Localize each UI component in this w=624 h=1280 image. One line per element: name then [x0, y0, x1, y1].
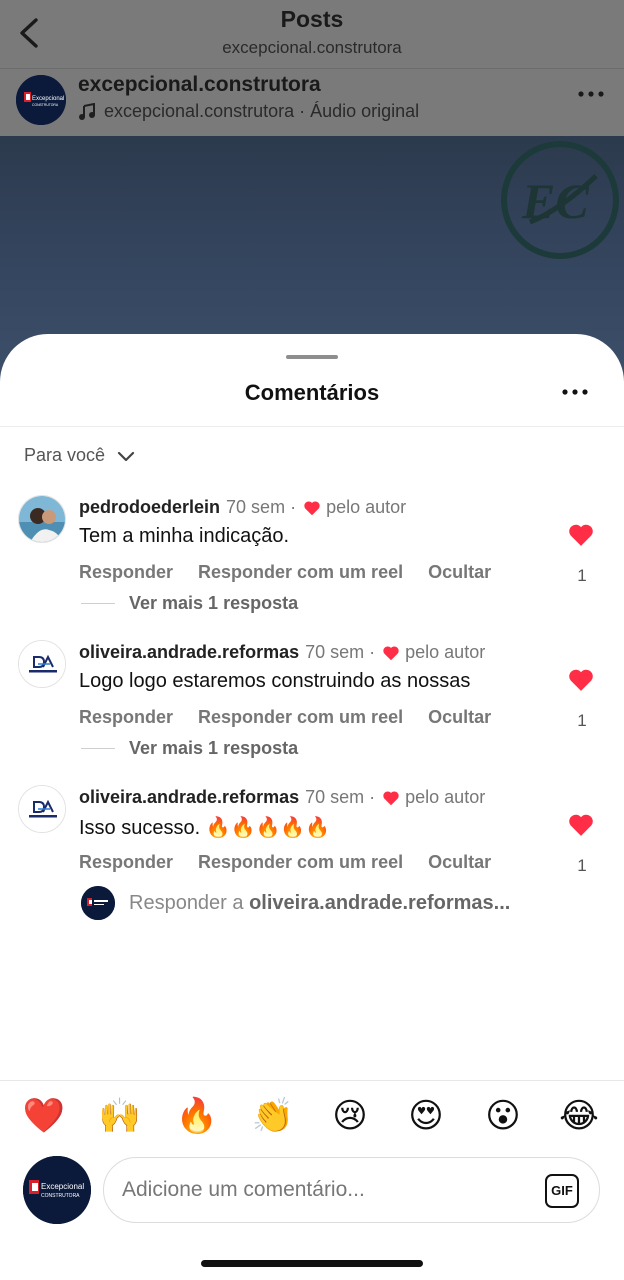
sort-label: Para você: [24, 445, 106, 465]
excepcional-logo-icon: Excepcional CONSTRUTORA: [16, 75, 66, 125]
oliveira-andrade-logo-icon: [19, 641, 65, 687]
hide-button[interactable]: Ocultar: [428, 707, 491, 728]
page-subtitle: excepcional.construtora: [222, 38, 402, 57]
comment-meta: oliveira.andrade.reformas 70 sem · pelo …: [79, 642, 486, 663]
comments-sheet: Comentários Para você pedrodoederlein 70…: [0, 334, 624, 1280]
clapping-hands-emoji[interactable]: 👏: [251, 1094, 295, 1138]
reply-button[interactable]: Responder: [79, 562, 173, 583]
reply-button[interactable]: Responder: [79, 707, 173, 728]
divider: [0, 1080, 624, 1081]
reply-thread-line: [81, 603, 115, 604]
red-heart-emoji[interactable]: ❤️: [22, 1094, 66, 1138]
author-avatar[interactable]: Excepcional CONSTRUTORA: [16, 75, 66, 125]
comment-username[interactable]: pedrodoederlein: [79, 497, 220, 518]
divider: [0, 426, 624, 427]
like-heart-icon[interactable]: [568, 523, 594, 547]
hide-button[interactable]: Ocultar: [428, 852, 491, 873]
surprised-face-emoji[interactable]: 😮: [481, 1094, 525, 1138]
reply-with-reel-button[interactable]: Responder com um reel: [198, 707, 403, 728]
svg-text:CONSTRUTORA: CONSTRUTORA: [41, 1193, 80, 1199]
comment-actions: Responder Responder com um reel Ocultar: [79, 852, 516, 873]
comment-meta: oliveira.andrade.reformas 70 sem · pelo …: [79, 787, 486, 808]
sheet-more-icon[interactable]: [562, 389, 588, 395]
hide-button[interactable]: Ocultar: [428, 562, 491, 583]
comment-time: 70 sem: [226, 497, 286, 517]
comment-text: Isso sucesso. 🔥🔥🔥🔥🔥: [79, 817, 331, 839]
more-options-icon[interactable]: [578, 91, 604, 97]
page-title: Posts: [280, 6, 344, 32]
ec-watermark-logo: EC: [501, 141, 619, 259]
view-more-replies[interactable]: Ver mais 1 resposta: [81, 593, 298, 614]
liked-by-author-label: pelo autor: [405, 642, 486, 662]
like-count: 1: [577, 566, 587, 585]
home-indicator: [201, 1260, 423, 1267]
comments-title: Comentários: [244, 380, 380, 405]
comment-text: Logo logo estaremos construindo as nossa…: [79, 670, 471, 692]
liked-by-author-label: pelo autor: [326, 497, 407, 517]
view-more-replies-label: Ver mais 1 resposta: [129, 738, 299, 758]
svg-text:Excepcional: Excepcional: [41, 1182, 84, 1191]
heart-icon: [383, 645, 399, 660]
current-user-avatar: Excepcional CONSTRUTORA: [23, 1156, 91, 1224]
user-avatar[interactable]: [18, 495, 66, 543]
crying-face-emoji[interactable]: 😢: [328, 1094, 372, 1138]
gif-button[interactable]: GIF: [545, 1174, 579, 1208]
profile-photo: [19, 496, 65, 542]
author-username[interactable]: excepcional.construtora: [78, 73, 321, 97]
comment-actions: Responder Responder com um reel Ocultar: [79, 562, 516, 583]
like-heart-icon[interactable]: [568, 668, 594, 692]
heart-icon: [383, 790, 399, 805]
comment-meta: pedrodoederlein 70 sem · pelo autor: [79, 497, 407, 518]
reply-with-reel-button[interactable]: Responder com um reel: [198, 852, 403, 873]
heart-icon: [304, 500, 320, 515]
user-avatar[interactable]: [18, 785, 66, 833]
audio-label: excepcional.construtora · Áudio original: [104, 101, 420, 121]
svg-text:Excepcional: Excepcional: [32, 96, 64, 102]
comment-username[interactable]: oliveira.andrade.reformas: [79, 642, 299, 663]
raising-hands-emoji[interactable]: 🙌: [98, 1094, 142, 1138]
like-count: 1: [577, 856, 587, 875]
emoji-reaction-bar: ❤️ 🙌 🔥 👏 😢 😍 😮 😂: [0, 1094, 624, 1138]
like-heart-icon[interactable]: [568, 813, 594, 837]
reply-with-reel-button[interactable]: Responder com um reel: [198, 562, 403, 583]
liked-by-author-label: pelo autor: [405, 787, 486, 807]
post-background: Posts excepcional.construtora Excepciona…: [0, 0, 624, 386]
reply-avatar: [81, 886, 115, 920]
view-more-replies[interactable]: Ver mais 1 resposta: [81, 738, 298, 759]
fire-emoji[interactable]: 🔥: [175, 1094, 219, 1138]
reply-thread-line: [81, 748, 115, 749]
excepcional-logo-icon: [81, 886, 115, 920]
comment-actions: Responder Responder com um reel Ocultar: [79, 707, 516, 728]
oliveira-andrade-logo-icon: [19, 786, 65, 832]
reply-target: oliveira.andrade.reformas...: [249, 891, 511, 914]
excepcional-logo-icon: Excepcional CONSTRUTORA: [23, 1156, 91, 1224]
like-count: 1: [577, 711, 587, 730]
user-avatar[interactable]: [18, 640, 66, 688]
comment-item: oliveira.andrade.reformas 70 sem · pelo …: [0, 640, 624, 760]
comment-input[interactable]: [122, 1174, 522, 1206]
heart-eyes-emoji[interactable]: 😍: [404, 1094, 448, 1138]
sort-dropdown[interactable]: Para você: [24, 445, 135, 466]
reply-button[interactable]: Responder: [79, 852, 173, 873]
comment-time: 70 sem: [305, 787, 365, 807]
audio-info[interactable]: excepcional.construtora · Áudio original: [78, 101, 419, 122]
comment-time: 70 sem: [305, 642, 365, 662]
post-author-bar: Excepcional CONSTRUTORA excepcional.cons…: [0, 68, 624, 136]
comment-username[interactable]: oliveira.andrade.reformas: [79, 787, 299, 808]
comment-item: pedrodoederlein 70 sem · pelo autor Tem …: [0, 495, 624, 615]
comment-input-container: GIF: [103, 1157, 600, 1223]
chevron-down-icon: [117, 451, 135, 461]
view-more-replies-label: Ver mais 1 resposta: [129, 593, 299, 613]
reply-prefix: Responder a: [129, 891, 244, 914]
top-navigation-bar: Posts excepcional.construtora: [0, 0, 624, 68]
svg-text:CONSTRUTORA: CONSTRUTORA: [32, 103, 59, 107]
tears-of-joy-emoji[interactable]: 😂: [557, 1094, 601, 1138]
reply-to-prompt[interactable]: Responder a oliveira.andrade.reformas...: [81, 886, 510, 920]
music-note-icon: [79, 102, 95, 120]
sheet-drag-handle[interactable]: [286, 355, 338, 359]
comment-text: Tem a minha indicação.: [79, 525, 290, 547]
